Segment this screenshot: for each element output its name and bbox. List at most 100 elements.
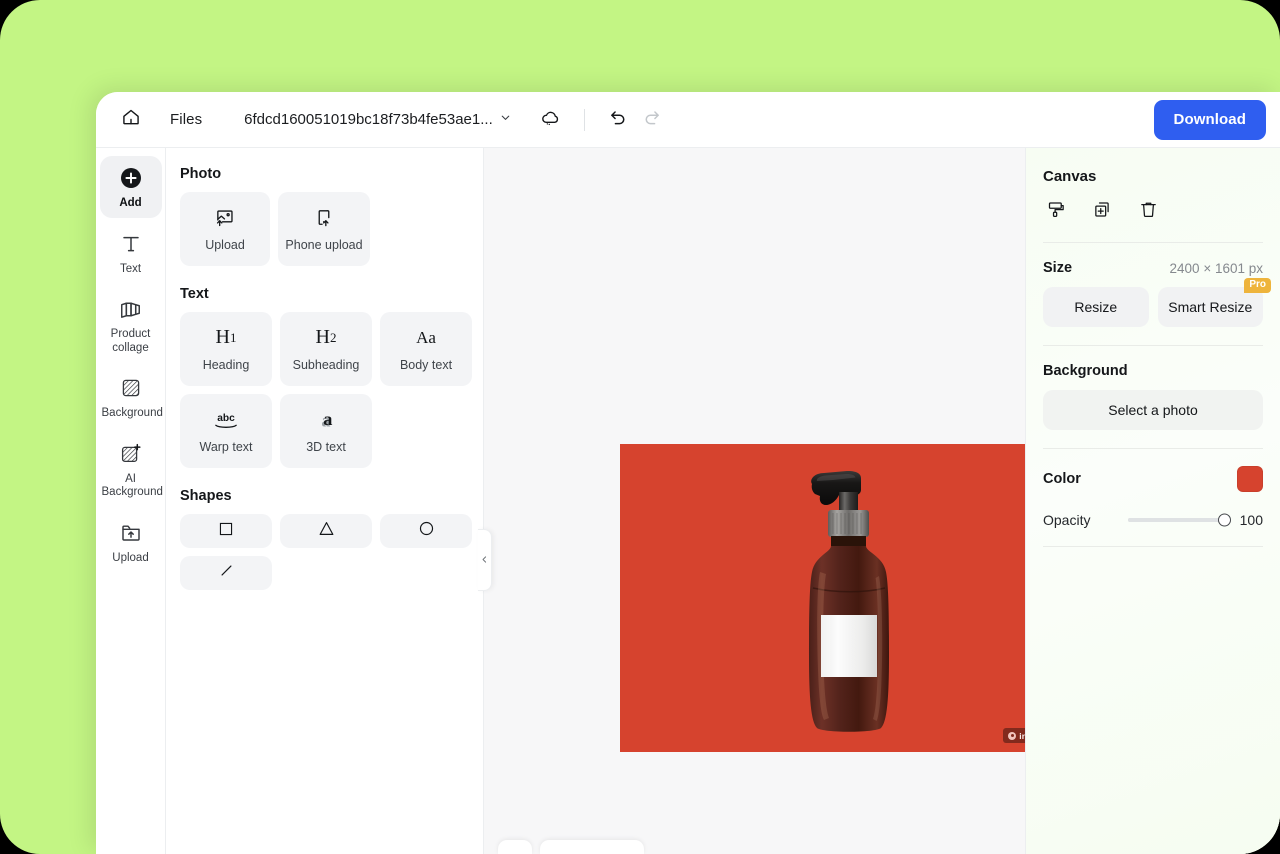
paint-roller-icon	[1046, 199, 1067, 225]
pro-badge: Pro	[1244, 278, 1271, 293]
sidebar-item-product-collage[interactable]: Product collage	[100, 287, 162, 362]
redo-button[interactable]	[635, 103, 669, 137]
warp-text-icon: abc	[209, 409, 243, 431]
opacity-slider-knob[interactable]	[1217, 513, 1231, 527]
files-menu[interactable]: Files	[170, 111, 202, 128]
undo-button[interactable]	[601, 103, 635, 137]
heading-text-tile[interactable]: H1 Heading	[180, 312, 272, 386]
sidebar-item-label: Product collage	[110, 328, 151, 354]
size-label: Size	[1043, 260, 1073, 276]
bottom-layers-button[interactable]	[498, 840, 532, 854]
smart-resize-label: Smart Resize	[1168, 299, 1253, 315]
svg-text:abc: abc	[217, 412, 235, 423]
text-t-icon	[102, 231, 160, 257]
artboard[interactable]: insMind .com	[620, 444, 1025, 752]
triangle-shape-tile[interactable]	[280, 514, 372, 548]
background-row: Background	[1043, 346, 1263, 379]
upload-photo-tile[interactable]: Upload	[180, 192, 270, 266]
color-swatch[interactable]	[1237, 466, 1263, 492]
tile-label: Body text	[399, 357, 453, 372]
duplicate-page-icon	[1092, 199, 1113, 225]
sidebar-item-label: Text	[119, 262, 142, 275]
watermark: insMind .com	[1003, 728, 1025, 743]
line-shape-icon	[217, 561, 236, 585]
collage-icon	[102, 296, 160, 322]
ai-background-sparkle-icon	[102, 441, 160, 467]
background-hatch-icon	[102, 375, 160, 401]
sidebar-item-label: AI Background	[101, 472, 163, 499]
shapes-tile-row-1	[180, 514, 472, 548]
tile-label: Upload	[205, 237, 245, 252]
toolbar-divider	[583, 108, 585, 131]
tile-label: Heading	[202, 357, 250, 372]
tile-label: Warp text	[199, 439, 253, 454]
opacity-slider[interactable]	[1128, 513, 1231, 527]
line-shape-tile[interactable]	[180, 556, 272, 590]
home-button[interactable]	[114, 103, 148, 137]
square-shape-tile[interactable]	[180, 514, 272, 548]
text-tile-row-1: H1 Heading H2 Subheading Aa Body text	[180, 312, 472, 386]
color-label: Color	[1043, 471, 1081, 487]
document-name-selector[interactable]: 6fdcd160051019bc18f73b4fe53ae1...	[244, 111, 512, 129]
three-d-text-icon: a a	[315, 409, 337, 431]
size-row: Size 2400 × 1601 px	[1043, 243, 1263, 276]
svg-text:a: a	[323, 409, 332, 429]
three-d-text-tile[interactable]: a a 3D text	[280, 394, 372, 468]
product-bottle-artwork[interactable]	[795, 460, 905, 743]
body-text-tile[interactable]: Aa Body text	[380, 312, 472, 386]
cloud-sync-icon	[540, 107, 561, 133]
opacity-value: 100	[1239, 512, 1263, 528]
sidebar-item-label: Background	[101, 407, 163, 419]
resize-button[interactable]: Resize	[1043, 287, 1149, 327]
warp-text-tile[interactable]: abc Warp text	[180, 394, 272, 468]
subheading-text-tile[interactable]: H2 Subheading	[280, 312, 372, 386]
subheading-h2-icon: H2	[315, 326, 337, 348]
photo-section-heading: Photo	[180, 166, 222, 182]
heading-h1-icon: H1	[215, 326, 237, 348]
document-name: 6fdcd160051019bc18f73b4fe53ae1...	[244, 111, 493, 128]
sidebar-item-background[interactable]: Background	[100, 366, 163, 428]
insmind-logo-icon	[1008, 731, 1017, 740]
folder-upload-icon	[102, 520, 160, 546]
redo-icon	[642, 107, 662, 132]
chevron-left-icon	[480, 551, 489, 569]
opacity-slider-fill	[1128, 518, 1226, 522]
left-tool-rail: Add Text Product collage Background AI B…	[96, 148, 166, 854]
panel-title: Canvas	[1043, 168, 1097, 185]
text-tile-row-2: abc Warp text a a 3D text	[180, 394, 467, 468]
collapse-panel-handle[interactable]	[478, 529, 492, 591]
duplicate-canvas-button[interactable]	[1089, 199, 1115, 225]
smart-resize-button[interactable]: Smart Resize Pro	[1157, 278, 1271, 327]
page-backdrop: Files 6fdcd160051019bc18f73b4fe53ae1...	[0, 0, 1280, 854]
sidebar-item-text[interactable]: Text	[100, 222, 162, 284]
shapes-section-heading: Shapes	[180, 488, 232, 504]
download-button[interactable]: Download	[1153, 99, 1266, 140]
fill-canvas-button[interactable]	[1043, 199, 1069, 225]
sidebar-item-add[interactable]: Add	[99, 156, 162, 218]
circle-shape-icon	[417, 519, 436, 543]
chevron-down-icon	[499, 111, 512, 129]
sidebar-item-upload[interactable]: Upload	[100, 511, 162, 573]
phone-upload-tile[interactable]: Phone upload	[278, 192, 370, 266]
top-toolbar: Files 6fdcd160051019bc18f73b4fe53ae1...	[96, 92, 1280, 148]
square-shape-icon	[217, 520, 235, 543]
pump-stem	[839, 492, 858, 512]
circle-shape-tile[interactable]	[380, 514, 472, 548]
shapes-tile-row-2	[180, 556, 467, 590]
bottom-pages-button[interactable]	[540, 840, 644, 854]
body-text-aa-icon: Aa	[416, 327, 436, 347]
bottle-collar	[828, 510, 869, 537]
opacity-row: Opacity 100	[1043, 492, 1263, 547]
color-row: Color	[1043, 449, 1263, 492]
canvas-stage[interactable]: insMind .com	[484, 148, 1025, 854]
sidebar-item-ai-background[interactable]: AI Background	[100, 432, 163, 507]
background-label: Background	[1043, 363, 1128, 379]
sidebar-item-label: Add	[119, 197, 142, 209]
tile-label: Subheading	[292, 357, 360, 372]
undo-icon	[608, 107, 628, 132]
delete-canvas-button[interactable]	[1135, 199, 1161, 225]
phone-upload-icon	[313, 207, 335, 229]
image-upload-icon	[214, 207, 236, 229]
cloud-sync-button[interactable]	[534, 103, 568, 137]
select-a-photo-button[interactable]: Select a photo	[1043, 390, 1263, 430]
